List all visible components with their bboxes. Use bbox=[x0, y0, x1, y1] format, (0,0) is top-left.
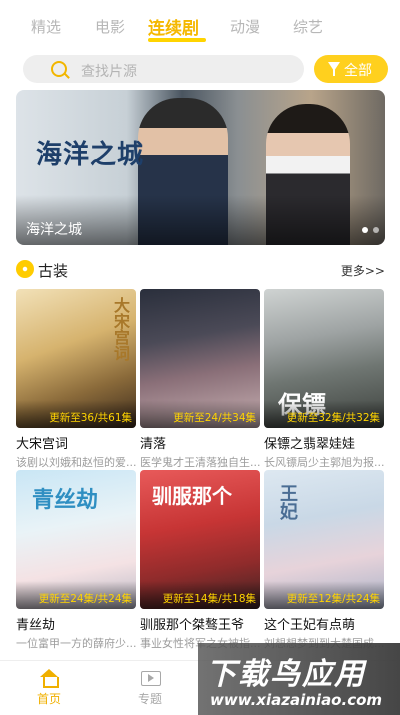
drama-description: 一位富甲一方的薛府少... bbox=[16, 637, 136, 650]
film-reel-icon bbox=[16, 260, 34, 278]
drama-description: 该剧以刘娥和赵恒的爱... bbox=[16, 456, 136, 469]
featured-banner[interactable]: 海洋之城 海洋之城 bbox=[16, 90, 385, 245]
search-placeholder: 查找片源 bbox=[81, 64, 137, 80]
carousel-dot[interactable] bbox=[373, 227, 379, 233]
drama-title: 这个王妃有点萌 bbox=[264, 618, 356, 633]
drama-poster[interactable]: 王妃 更新至12集/共24集 bbox=[264, 470, 384, 609]
drama-title: 大宋宫词 bbox=[16, 437, 69, 452]
search-input[interactable]: 查找片源 bbox=[23, 55, 304, 83]
home-icon bbox=[39, 669, 59, 688]
drama-card[interactable]: 王妃 更新至12集/共24集 这个王妃有点萌 刘想想梦到到大楚国成... bbox=[264, 470, 384, 651]
watermark-url: www.xiazainiao.com bbox=[210, 691, 383, 709]
watermark-main: 下载鸟应用 bbox=[206, 657, 366, 692]
section-header: 古装 更多>> bbox=[16, 258, 385, 282]
filter-all-button[interactable]: 全部 bbox=[314, 55, 388, 83]
poster-logo: 青丝劫 bbox=[32, 487, 99, 513]
poster-logo: 驯服那个 bbox=[152, 484, 232, 508]
section-title: 古装 bbox=[38, 262, 69, 280]
tab-featured[interactable]: 精选 bbox=[31, 16, 61, 37]
video-play-icon bbox=[140, 669, 161, 687]
tab-anime[interactable]: 动漫 bbox=[230, 16, 260, 37]
drama-card[interactable]: 驯服那个 更新至14集/共18集 驯服那个桀骜王爷 事业女性将军之女被指... bbox=[140, 470, 260, 651]
category-tabs: 精选 电影 连续剧 动漫 综艺 bbox=[0, 0, 400, 52]
drama-description: 长风镖局少主郭旭为报... bbox=[264, 456, 384, 469]
tab-movies[interactable]: 电影 bbox=[95, 16, 125, 37]
episode-status: 更新至12集/共24集 bbox=[286, 593, 380, 605]
drama-card[interactable]: 青丝劫 更新至24集/共24集 青丝劫 一位富甲一方的薛府少... bbox=[16, 470, 136, 651]
carousel-dot[interactable] bbox=[362, 227, 368, 233]
episode-status: 更新至24集/共24集 bbox=[38, 593, 132, 605]
episode-status: 更新至14集/共18集 bbox=[162, 593, 256, 605]
banner-poster-logo: 海洋之城 bbox=[36, 140, 145, 170]
nav-topics[interactable]: 专题 bbox=[120, 669, 180, 707]
drama-title: 保镖之翡翠娃娃 bbox=[264, 437, 356, 452]
poster-logo: 王妃 bbox=[277, 484, 298, 520]
banner-title: 海洋之城 bbox=[26, 222, 82, 238]
drama-poster[interactable]: 青丝劫 更新至24集/共24集 bbox=[16, 470, 136, 609]
filter-label: 全部 bbox=[344, 63, 372, 79]
tab-series[interactable]: 连续剧 bbox=[148, 14, 199, 39]
drama-card[interactable]: 更新至24/共34集 清落 医学鬼才王清落独自生... bbox=[140, 289, 260, 470]
filter-icon bbox=[328, 62, 340, 76]
tab-variety[interactable]: 综艺 bbox=[293, 16, 323, 37]
episode-status: 更新至32集/共32集 bbox=[286, 412, 380, 424]
nav-topics-label: 专题 bbox=[137, 692, 162, 706]
drama-card[interactable]: 大宋宫词 更新至36/共61集 大宋宫词 该剧以刘娥和赵恒的爱... bbox=[16, 289, 136, 470]
drama-poster[interactable]: 更新至24/共34集 bbox=[140, 289, 260, 428]
drama-poster[interactable]: 保镖 更新至32集/共32集 bbox=[264, 289, 384, 428]
more-link[interactable]: 更多>> bbox=[341, 262, 385, 279]
drama-poster[interactable]: 大宋宫词 更新至36/共61集 bbox=[16, 289, 136, 428]
poster-logo: 大宋宫词 bbox=[111, 297, 130, 361]
search-icon bbox=[51, 61, 67, 77]
active-tab-indicator bbox=[148, 38, 206, 42]
drama-card[interactable]: 保镖 更新至32集/共32集 保镖之翡翠娃娃 长风镖局少主郭旭为报... bbox=[264, 289, 384, 470]
episode-status: 更新至24/共34集 bbox=[173, 412, 256, 424]
drama-poster[interactable]: 驯服那个 更新至14集/共18集 bbox=[140, 470, 260, 609]
drama-title: 驯服那个桀骜王爷 bbox=[140, 618, 245, 633]
drama-title: 清落 bbox=[140, 437, 167, 452]
nav-home[interactable]: 首页 bbox=[19, 669, 79, 707]
nav-home-label: 首页 bbox=[36, 692, 61, 706]
drama-description: 医学鬼才王清落独自生... bbox=[140, 456, 260, 469]
watermark-logo: 下载鸟应用 www.xiazainiao.com bbox=[198, 643, 400, 715]
episode-status: 更新至36/共61集 bbox=[49, 412, 132, 424]
drama-title: 青丝劫 bbox=[16, 618, 56, 633]
